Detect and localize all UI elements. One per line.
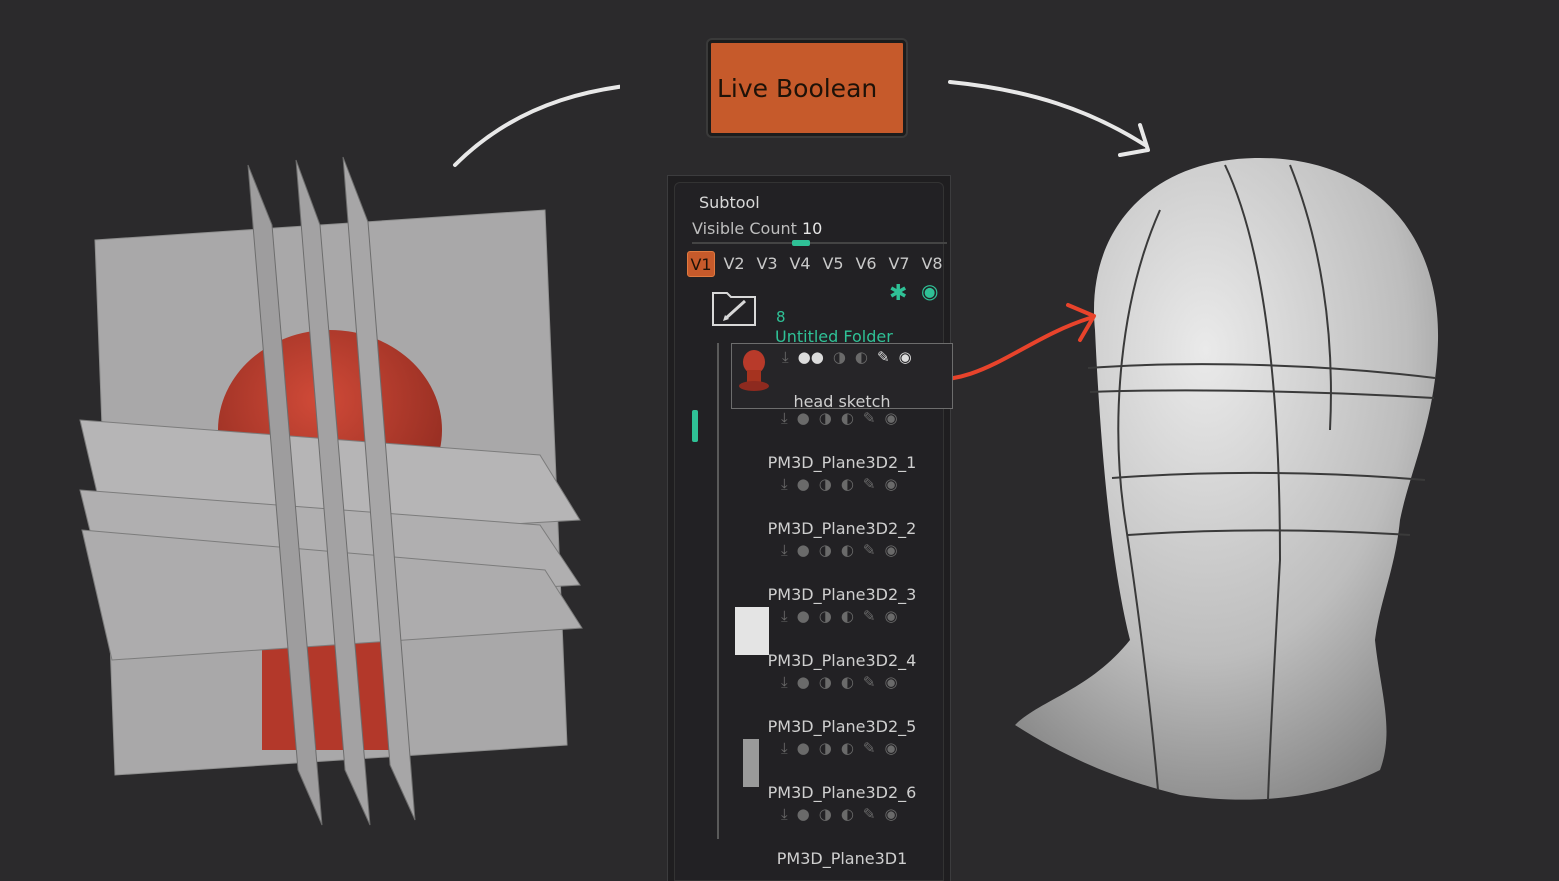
brush-icon[interactable]: ✎	[863, 475, 876, 493]
folder-count: 8	[776, 308, 786, 326]
toggle-icon[interactable]: ●	[797, 607, 810, 625]
brush-icon[interactable]: ✎	[863, 739, 876, 757]
brush-icon[interactable]: ✎	[863, 805, 876, 823]
visible-count-slider-knob[interactable]	[792, 240, 810, 246]
eye-icon[interactable]: ◉	[921, 279, 938, 303]
tree-line	[717, 343, 719, 839]
move-down-icon[interactable]: ⤓	[781, 673, 788, 691]
subtool-name[interactable]: PM3D_Plane3D2_2	[731, 519, 953, 538]
row-icons: ⤓ ●● ◑ ◐ ✎ ◉	[782, 348, 912, 366]
toggle-icon[interactable]: ●	[797, 475, 810, 493]
move-down-icon[interactable]: ⤓	[781, 805, 788, 823]
subtool-name[interactable]: PM3D_Plane3D1	[731, 849, 953, 868]
move-down-icon[interactable]: ⤓	[781, 475, 788, 493]
subtract-icon[interactable]: ◑	[819, 805, 832, 823]
subtool-name[interactable]: PM3D_Plane3D2_1	[731, 453, 953, 472]
row-icons: ⤓ ● ◑ ◐ ✎ ◉	[781, 739, 898, 757]
row-icons: ⤓ ● ◑ ◐ ✎ ◉	[781, 475, 898, 493]
intersect-icon[interactable]: ◐	[841, 673, 854, 691]
subtool-name[interactable]: PM3D_Plane3D2_3	[731, 585, 953, 604]
tab-v1[interactable]: V1	[687, 251, 715, 277]
tab-v5[interactable]: V5	[819, 251, 847, 277]
subtract-icon[interactable]: ◑	[819, 475, 832, 493]
toggle-icon[interactable]: ●	[797, 673, 810, 691]
move-down-icon[interactable]: ⤓	[781, 541, 788, 559]
eye-icon[interactable]: ◉	[885, 607, 898, 625]
brush-icon[interactable]: ✎	[863, 673, 876, 691]
eye-icon[interactable]: ◉	[885, 673, 898, 691]
toggle-icon[interactable]: ●	[797, 805, 810, 823]
gear-icon[interactable]: ✱	[889, 281, 907, 306]
tab-v7[interactable]: V7	[885, 251, 913, 277]
toggle-icon[interactable]: ●	[797, 409, 810, 427]
subtract-icon[interactable]: ◑	[819, 409, 832, 427]
eye-icon[interactable]: ◉	[885, 409, 898, 427]
brush-icon[interactable]: ✎	[863, 541, 876, 559]
subtract-icon[interactable]: ◑	[819, 739, 832, 757]
visible-count-value: 10	[801, 219, 823, 238]
tab-v4[interactable]: V4	[786, 251, 814, 277]
plane-thumbnail	[735, 607, 769, 655]
intersect-icon[interactable]: ◐	[841, 541, 854, 559]
move-down-icon[interactable]: ⤓	[781, 739, 788, 757]
brush-icon[interactable]: ✎	[877, 348, 890, 366]
tab-v8[interactable]: V8	[918, 251, 946, 277]
visibility-set-tabs: V1 V2 V3 V4 V5 V6 V7 V8	[687, 251, 946, 277]
subtract-icon[interactable]: ◑	[819, 541, 832, 559]
subtool-title: Subtool	[699, 193, 760, 212]
subtract-icon[interactable]: ◑	[819, 607, 832, 625]
brush-icon[interactable]: ✎	[863, 607, 876, 625]
subtool-name[interactable]: PM3D_Plane3D2_4	[731, 651, 953, 670]
toggle-icon[interactable]: ●	[797, 541, 810, 559]
subtool-panel-body: Subtool Visible Count 10 V1 V2 V3 V4 V5 …	[674, 182, 953, 881]
intersect-icon[interactable]: ◐	[841, 805, 854, 823]
tab-v6[interactable]: V6	[852, 251, 880, 277]
subtract-icon[interactable]: ◑	[819, 673, 832, 691]
move-down-icon[interactable]: ⤓	[781, 607, 788, 625]
toggle-icon[interactable]: ●●	[798, 348, 824, 366]
toggle-icon[interactable]: ●	[797, 739, 810, 757]
row-icons: ⤓ ● ◑ ◐ ✎ ◉	[781, 409, 898, 427]
row-icons: ⤓ ● ◑ ◐ ✎ ◉	[781, 607, 898, 625]
row-icons: ⤓ ● ◑ ◐ ✎ ◉	[781, 673, 898, 691]
boolean-mode-icon[interactable]: ◑	[833, 348, 846, 366]
tab-v2[interactable]: V2	[720, 251, 748, 277]
tab-v3[interactable]: V3	[753, 251, 781, 277]
eye-icon[interactable]: ◉	[885, 805, 898, 823]
head-thumbnail	[739, 350, 769, 391]
intersect-icon[interactable]: ◐	[841, 607, 854, 625]
visible-count-label: Visible Count 10	[692, 219, 822, 238]
plane-thumbnail	[743, 739, 759, 787]
intersect-icon[interactable]: ◐	[841, 739, 854, 757]
intersect-icon[interactable]: ◐	[855, 348, 868, 366]
selection-indicator	[692, 410, 698, 442]
subtool-panel: Subtool Visible Count 10 V1 V2 V3 V4 V5 …	[667, 175, 953, 881]
move-down-icon[interactable]: ⤓	[781, 409, 788, 427]
eye-icon[interactable]: ◉	[899, 348, 912, 366]
visible-count-text: Visible Count	[692, 219, 797, 238]
visible-count-slider[interactable]	[692, 240, 947, 246]
brush-icon[interactable]: ✎	[863, 409, 876, 427]
move-down-icon[interactable]: ⤓	[782, 348, 789, 366]
intersect-icon[interactable]: ◐	[841, 475, 854, 493]
eye-icon[interactable]: ◉	[885, 475, 898, 493]
intersect-icon[interactable]: ◐	[841, 409, 854, 427]
subtool-row-head-sketch[interactable]: ⤓ ●● ◑ ◐ ✎ ◉ head sketch	[731, 343, 953, 411]
eye-icon[interactable]: ◉	[885, 739, 898, 757]
eye-icon[interactable]: ◉	[885, 541, 898, 559]
subtool-name[interactable]: PM3D_Plane3D2_5	[731, 717, 953, 736]
row-icons: ⤓ ● ◑ ◐ ✎ ◉	[781, 541, 898, 559]
folder-icon[interactable]	[711, 287, 759, 327]
row-icons: ⤓ ● ◑ ◐ ✎ ◉	[781, 805, 898, 823]
subtool-name[interactable]: PM3D_Plane3D2_6	[731, 783, 953, 802]
